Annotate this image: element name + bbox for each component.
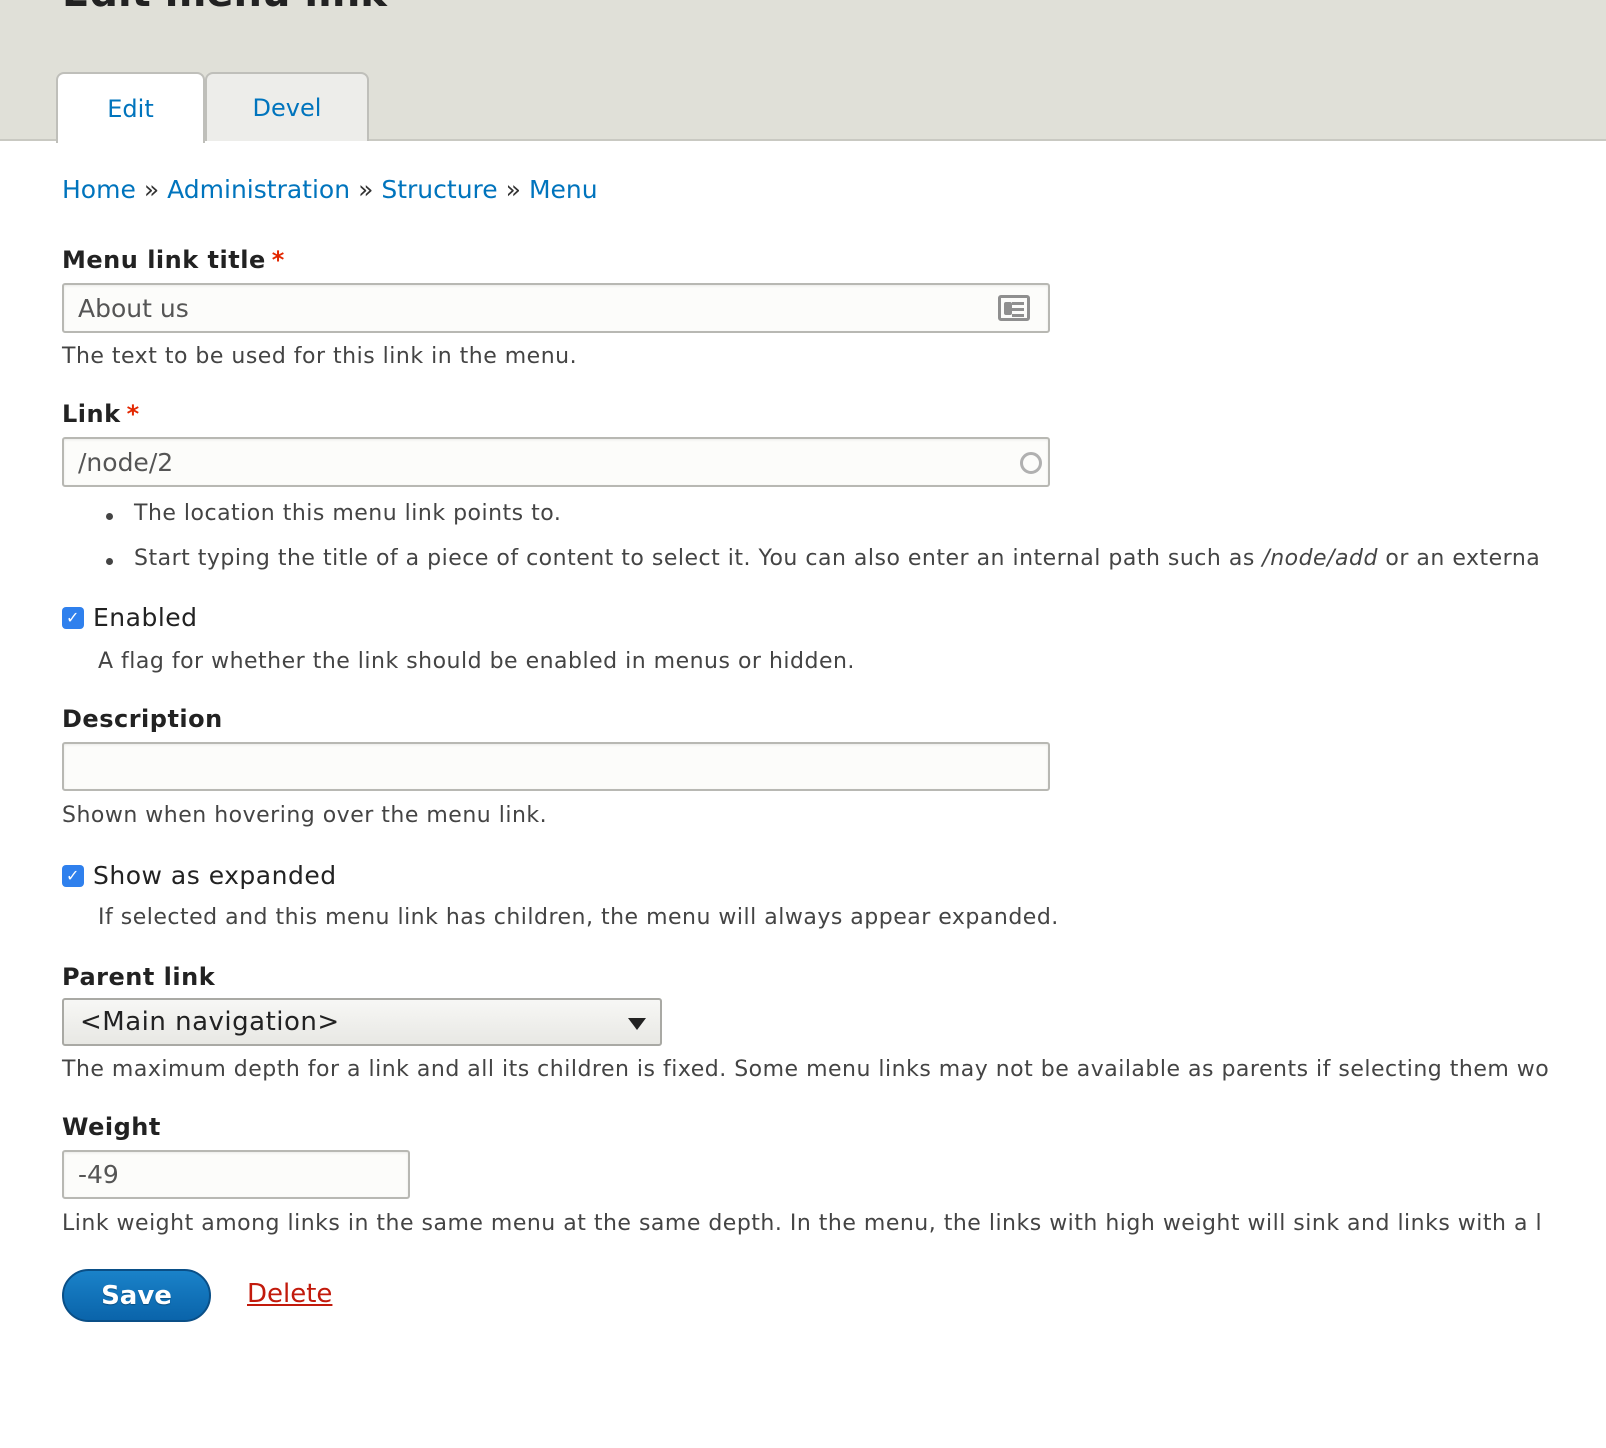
breadcrumb-administration[interactable]: Administration bbox=[167, 175, 350, 204]
chevron-down-icon bbox=[628, 1018, 646, 1030]
parent-link-description: The maximum depth for a link and all its… bbox=[62, 1057, 1550, 1082]
breadcrumb-separator: » bbox=[505, 175, 521, 204]
tab-devel[interactable]: Devel bbox=[205, 72, 369, 141]
required-marker: * bbox=[126, 400, 140, 428]
breadcrumb-structure[interactable]: Structure bbox=[381, 175, 497, 204]
link-label-text: Link bbox=[62, 400, 121, 428]
breadcrumb: Home» Administration» Structure» Menu bbox=[62, 175, 598, 204]
parent-link-select[interactable]: <Main navigation> bbox=[62, 998, 662, 1046]
description-label: Description bbox=[62, 705, 223, 733]
breadcrumb-separator: » bbox=[358, 175, 374, 204]
expanded-label[interactable]: Show as expanded bbox=[93, 861, 337, 890]
link-help-text: Start typing the title of a piece of con… bbox=[134, 546, 1263, 571]
link-label: Link * bbox=[62, 400, 140, 428]
link-help-item: The location this menu link points to. bbox=[102, 501, 1540, 546]
enabled-checkbox[interactable]: ✓ bbox=[62, 606, 84, 629]
breadcrumb-home[interactable]: Home bbox=[62, 175, 136, 204]
weight-value: -49 bbox=[78, 1160, 119, 1189]
expanded-description: If selected and this menu link has child… bbox=[98, 905, 1059, 930]
delete-link[interactable]: Delete bbox=[247, 1279, 332, 1309]
weight-input[interactable]: -49 bbox=[62, 1150, 410, 1199]
link-value: /node/2 bbox=[78, 447, 174, 477]
page-header: Edit menu link Edit Devel bbox=[0, 0, 1606, 143]
description-input[interactable] bbox=[62, 742, 1050, 791]
weight-label: Weight bbox=[62, 1113, 161, 1141]
enabled-description: A flag for whether the link should be en… bbox=[98, 649, 855, 674]
menu-link-title-label: Menu link title * bbox=[62, 246, 285, 274]
link-help-item: Start typing the title of a piece of con… bbox=[102, 546, 1540, 591]
description-help: Shown when hovering over the menu link. bbox=[62, 803, 548, 828]
required-marker: * bbox=[271, 246, 285, 274]
breadcrumb-separator: » bbox=[143, 175, 160, 204]
link-help-list: The location this menu link points to. S… bbox=[102, 501, 1540, 591]
expanded-checkbox-row[interactable]: ✓ Show as expanded bbox=[62, 861, 337, 890]
menu-link-title-description: The text to be used for this link in the… bbox=[62, 344, 578, 369]
menu-link-title-label-text: Menu link title bbox=[62, 246, 266, 274]
weight-description: Link weight among links in the same menu… bbox=[62, 1211, 1543, 1236]
parent-link-selected-value: <Main navigation> bbox=[80, 1007, 340, 1037]
enabled-checkbox-row[interactable]: ✓ Enabled bbox=[62, 603, 198, 632]
contact-card-icon[interactable] bbox=[998, 295, 1030, 321]
link-help-example-path: /node/add bbox=[1262, 546, 1378, 571]
page-title: Edit menu link bbox=[62, 0, 387, 16]
menu-link-title-value: About us bbox=[78, 293, 189, 323]
autocomplete-throbber-icon bbox=[1020, 452, 1042, 474]
tab-edit[interactable]: Edit bbox=[56, 72, 205, 143]
enabled-label[interactable]: Enabled bbox=[93, 603, 198, 632]
menu-link-title-input[interactable]: About us bbox=[62, 283, 1050, 333]
breadcrumb-menu[interactable]: Menu bbox=[529, 175, 598, 204]
link-help-text-end: or an externa bbox=[1377, 546, 1541, 571]
parent-link-label: Parent link bbox=[62, 963, 216, 991]
save-button[interactable]: Save bbox=[62, 1269, 211, 1322]
link-input[interactable]: /node/2 bbox=[62, 437, 1050, 487]
expanded-checkbox[interactable]: ✓ bbox=[62, 864, 84, 887]
